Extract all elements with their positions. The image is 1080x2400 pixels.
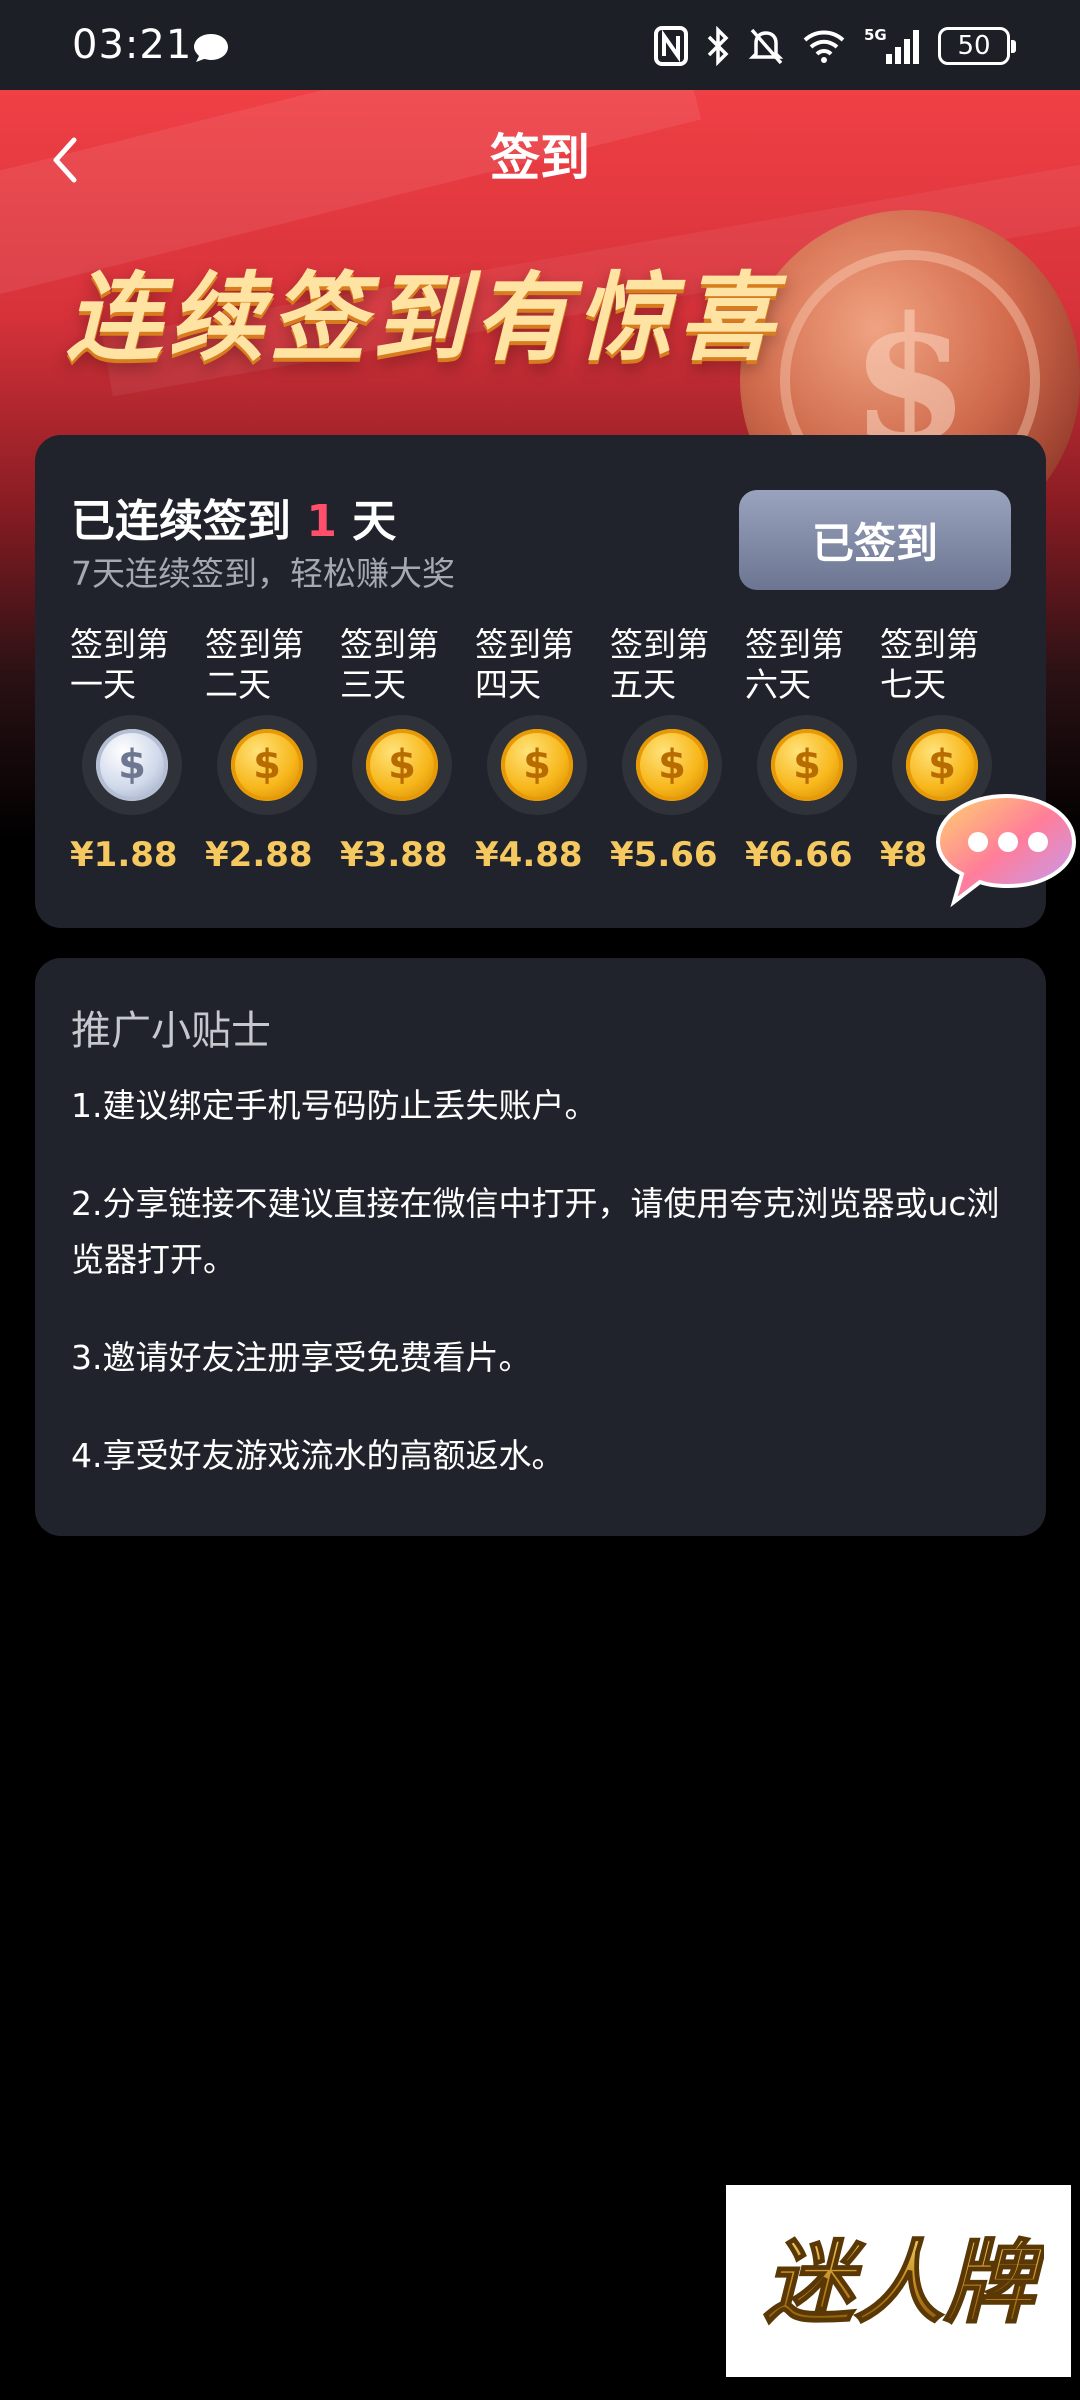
coin-icon-claimed: $ — [96, 729, 168, 801]
day-reward-1[interactable]: 签到第一天 $ ¥1.88 — [70, 625, 205, 875]
coin-icon: $ — [501, 729, 573, 801]
day-label: 签到第二天 — [205, 625, 304, 704]
day-amount: ¥2.88 — [205, 835, 313, 875]
streak-days: 1 — [306, 496, 337, 547]
5g-signal-icon: 5G — [864, 26, 919, 64]
checkin-card: 已连续签到 1 天 7天连续签到，轻松赚大奖 已签到 签到第一天 $ ¥1.88… — [35, 435, 1046, 928]
banner-slogan: 连续签到有惊喜 — [66, 262, 780, 374]
tip-item: 4.享受好友游戏流水的高额返水。 — [71, 1436, 565, 1475]
day-label: 签到第五天 — [610, 625, 709, 704]
coin-holder: $ — [82, 715, 182, 815]
coin-holder: $ — [352, 715, 452, 815]
day-amount: ¥1.88 — [70, 835, 178, 875]
coin-icon: $ — [366, 729, 438, 801]
svg-text:迷人牌: 迷人牌 — [764, 2231, 1044, 2336]
day-reward-5[interactable]: 签到第五天 $ ¥5.66 — [610, 625, 745, 875]
signed-in-button[interactable]: 已签到 — [739, 490, 1011, 590]
coin-icon: $ — [636, 729, 708, 801]
tip-item: 1.建议绑定手机号码防止丢失账户。 — [71, 1086, 598, 1125]
coin-holder: $ — [487, 715, 587, 815]
day-amount: ¥4.88 — [475, 835, 583, 875]
battery-level: 50 — [957, 31, 991, 61]
day-reward-4[interactable]: 签到第四天 $ ¥4.88 — [475, 625, 610, 875]
streak-subtitle: 7天连续签到，轻松赚大奖 — [71, 554, 455, 593]
status-icons: 5G 50 — [654, 24, 1016, 68]
tips-title: 推广小贴士 — [71, 1008, 271, 1054]
day-amount: ¥3.88 — [340, 835, 448, 875]
day-label: 签到第六天 — [745, 625, 844, 704]
tips-card: 推广小贴士 1.建议绑定手机号码防止丢失账户。 2.分享链接不建议直接在微信中打… — [35, 958, 1046, 1536]
bluetooth-icon — [707, 26, 729, 66]
day-amount: ¥8 — [880, 835, 928, 875]
tip-item: 3.邀请好友注册享受免费看片。 — [71, 1338, 532, 1377]
day-reward-3[interactable]: 签到第三天 $ ¥3.88 — [340, 625, 475, 875]
day-rewards-row: 签到第一天 $ ¥1.88 签到第二天 $ ¥2.88 签到第三天 $ ¥3.8… — [70, 625, 1030, 915]
chat-icon — [194, 34, 228, 62]
day-label: 签到第三天 — [340, 625, 439, 704]
status-time: 03:21 — [72, 22, 193, 68]
coin-holder: $ — [622, 715, 722, 815]
day-reward-6[interactable]: 签到第六天 $ ¥6.66 — [745, 625, 880, 875]
coin-icon: $ — [771, 729, 843, 801]
tip-item: 2.分享链接不建议直接在微信中打开，请使用夸克浏览器或uc浏览器打开。 — [71, 1184, 1000, 1279]
mute-icon — [748, 28, 784, 65]
coin-holder: $ — [757, 715, 857, 815]
day-label: 签到第七天 — [880, 625, 979, 704]
tips-list: 1.建议绑定手机号码防止丢失账户。 2.分享链接不建议直接在微信中打开，请使用夸… — [71, 1078, 1011, 1526]
streak-suffix: 天 — [336, 496, 397, 547]
watermark-logo: 迷人牌 — [726, 2185, 1071, 2377]
streak-heading: 已连续签到 1 天 — [71, 485, 396, 549]
page-title: 签到 — [490, 129, 590, 187]
status-bar: 03:21 5G 50 — [0, 0, 1080, 90]
svg-text:5G: 5G — [864, 26, 887, 44]
battery-indicator: 50 — [938, 27, 1016, 65]
nfc-icon — [654, 26, 688, 66]
watermark-logo-image: 迷人牌 — [763, 2230, 1044, 2337]
floating-chat-bubble-icon[interactable] — [932, 790, 1080, 910]
streak-prefix: 已连续签到 — [71, 496, 307, 547]
day-reward-7[interactable]: 签到第七天 $ ¥8 — [880, 625, 1015, 875]
day-amount: ¥5.66 — [610, 835, 718, 875]
day-label: 签到第四天 — [475, 625, 574, 704]
wifi-icon — [803, 30, 845, 63]
coin-icon: $ — [231, 729, 303, 801]
day-label: 签到第一天 — [70, 625, 169, 704]
day-reward-2[interactable]: 签到第二天 $ ¥2.88 — [205, 625, 340, 875]
day-amount: ¥6.66 — [745, 835, 853, 875]
coin-holder: $ — [217, 715, 317, 815]
